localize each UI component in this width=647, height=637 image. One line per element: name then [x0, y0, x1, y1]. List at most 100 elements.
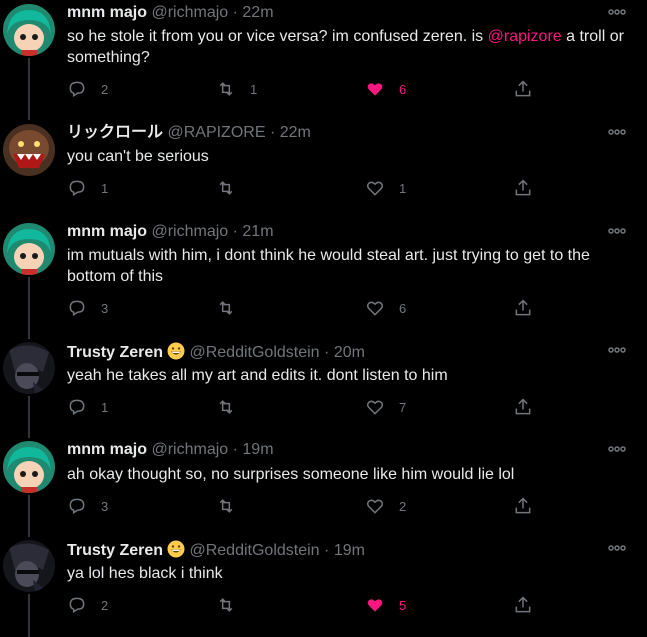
timestamp[interactable]: 20m	[334, 344, 365, 361]
display-name[interactable]: Trusty Zeren	[67, 344, 163, 361]
reply-button[interactable]: 2	[67, 79, 108, 99]
tweet-text: so he stole it from you or vice versa? i…	[67, 26, 637, 68]
retweet-icon	[219, 499, 233, 513]
share-icon	[515, 299, 531, 316]
reply-button[interactable]: 2	[67, 595, 108, 615]
retweet-icon	[219, 598, 233, 612]
tweet-actions: 3 2	[67, 496, 547, 516]
thread-connector-line	[28, 495, 30, 537]
share-icon	[515, 179, 531, 196]
share-button[interactable]	[513, 595, 533, 615]
thread-connector-line	[28, 277, 30, 339]
tweet-actions: 3 6	[67, 298, 547, 318]
avatar[interactable]	[3, 124, 55, 176]
share-button[interactable]	[513, 79, 533, 99]
more-options-icon[interactable]	[607, 225, 627, 237]
heart-filled-icon	[367, 599, 383, 612]
user-handle[interactable]: @RAPIZORE	[167, 124, 265, 141]
tweet-actions: 1 7	[67, 397, 547, 417]
grinning-face-emoji-icon	[167, 540, 185, 558]
user-handle[interactable]: @RedditGoldstein	[189, 542, 319, 559]
display-name[interactable]: mnm majo	[67, 223, 147, 240]
tweet-header: mnm majo @richmajo · 19m	[67, 441, 274, 459]
like-count: 5	[399, 597, 407, 613]
share-button[interactable]	[513, 298, 533, 318]
user-handle[interactable]: @richmajo	[151, 441, 228, 458]
user-handle[interactable]: @richmajo	[151, 4, 228, 21]
tweet[interactable]: リックロール @RAPIZORE · 22m you can't be seri…	[0, 120, 647, 220]
separator-dot: ·	[232, 4, 238, 21]
share-button[interactable]	[513, 178, 533, 198]
timestamp[interactable]: 19m	[242, 441, 273, 458]
reply-icon	[69, 399, 85, 415]
more-options-icon[interactable]	[607, 542, 627, 554]
reply-count: 2	[101, 597, 109, 613]
tweet[interactable]: mnm majo @richmajo · 21m im mutuals with…	[0, 219, 647, 339]
display-name[interactable]: Trusty Zeren	[67, 542, 163, 559]
tweet-text: ya lol hes black i think	[67, 565, 223, 582]
tweet[interactable]: Trusty Zeren @RedditGoldstein · 19m ya l…	[0, 536, 647, 637]
retweet-button[interactable]	[216, 496, 250, 516]
tweet[interactable]: Trusty Zeren @RedditGoldstein · 20m yeah…	[0, 338, 647, 438]
reply-button[interactable]: 3	[67, 298, 108, 318]
thread-connector-line	[28, 396, 30, 438]
timestamp[interactable]: 19m	[334, 542, 365, 559]
retweet-icon	[219, 301, 233, 315]
tweet-text: ah okay thought so, no surprises someone…	[67, 466, 515, 483]
display-name[interactable]: mnm majo	[67, 4, 147, 21]
avatar[interactable]	[3, 441, 55, 493]
retweet-icon	[219, 82, 233, 96]
avatar[interactable]	[3, 223, 55, 275]
like-button[interactable]: 6	[365, 79, 406, 99]
like-button[interactable]: 2	[365, 496, 406, 516]
like-button[interactable]: 5	[365, 595, 406, 615]
more-options-icon[interactable]	[607, 126, 627, 138]
tweet-header: Trusty Zeren @RedditGoldstein · 20m	[67, 342, 365, 362]
grinning-face-emoji-icon	[167, 342, 185, 360]
tweet-text-part: so he stole it from you or vice versa? i…	[67, 28, 488, 45]
share-button[interactable]	[513, 496, 533, 516]
timestamp[interactable]: 22m	[242, 4, 273, 21]
like-button[interactable]: 1	[365, 178, 406, 198]
separator-dot: ·	[232, 223, 238, 240]
retweet-button[interactable]	[216, 397, 250, 417]
more-options-icon[interactable]	[607, 6, 627, 18]
reply-button[interactable]: 3	[67, 496, 108, 516]
reply-button[interactable]: 1	[67, 397, 108, 417]
like-count: 6	[399, 300, 407, 316]
tweet[interactable]: mnm majo @richmajo · 22m so he stole it …	[0, 0, 647, 120]
like-button[interactable]: 7	[365, 397, 406, 417]
more-options-icon[interactable]	[607, 344, 627, 356]
display-name[interactable]: mnm majo	[67, 441, 147, 458]
reply-button[interactable]: 1	[67, 178, 108, 198]
retweet-button[interactable]: 1	[216, 79, 257, 99]
avatar[interactable]	[3, 342, 55, 394]
separator-dot: ·	[232, 441, 238, 458]
like-count: 6	[399, 81, 407, 97]
like-count: 1	[399, 180, 407, 196]
tweet-actions: 1 1	[67, 178, 547, 198]
retweet-button[interactable]	[216, 178, 250, 198]
reply-count: 3	[101, 498, 109, 514]
mention-link[interactable]: @rapizore	[488, 28, 562, 45]
retweet-button[interactable]	[216, 595, 250, 615]
timestamp[interactable]: 22m	[280, 124, 311, 141]
reply-count: 1	[101, 399, 109, 415]
share-button[interactable]	[513, 397, 533, 417]
user-handle[interactable]: @RedditGoldstein	[189, 344, 319, 361]
timestamp[interactable]: 21m	[242, 223, 273, 240]
tweet-text: you can't be serious	[67, 148, 209, 165]
avatar[interactable]	[3, 540, 55, 592]
user-handle[interactable]: @richmajo	[151, 223, 228, 240]
retweet-button[interactable]	[216, 298, 250, 318]
reply-icon	[69, 300, 85, 316]
display-name[interactable]: リックロール	[67, 124, 163, 141]
separator-dot: ·	[324, 542, 330, 559]
tweet-actions: 2 5	[67, 595, 547, 615]
tweet[interactable]: mnm majo @richmajo · 19m ah okay thought…	[0, 437, 647, 537]
more-options-icon[interactable]	[607, 443, 627, 455]
thread-connector-line	[28, 58, 30, 120]
reply-icon	[69, 597, 85, 613]
like-button[interactable]: 6	[365, 298, 406, 318]
avatar[interactable]	[3, 4, 55, 56]
